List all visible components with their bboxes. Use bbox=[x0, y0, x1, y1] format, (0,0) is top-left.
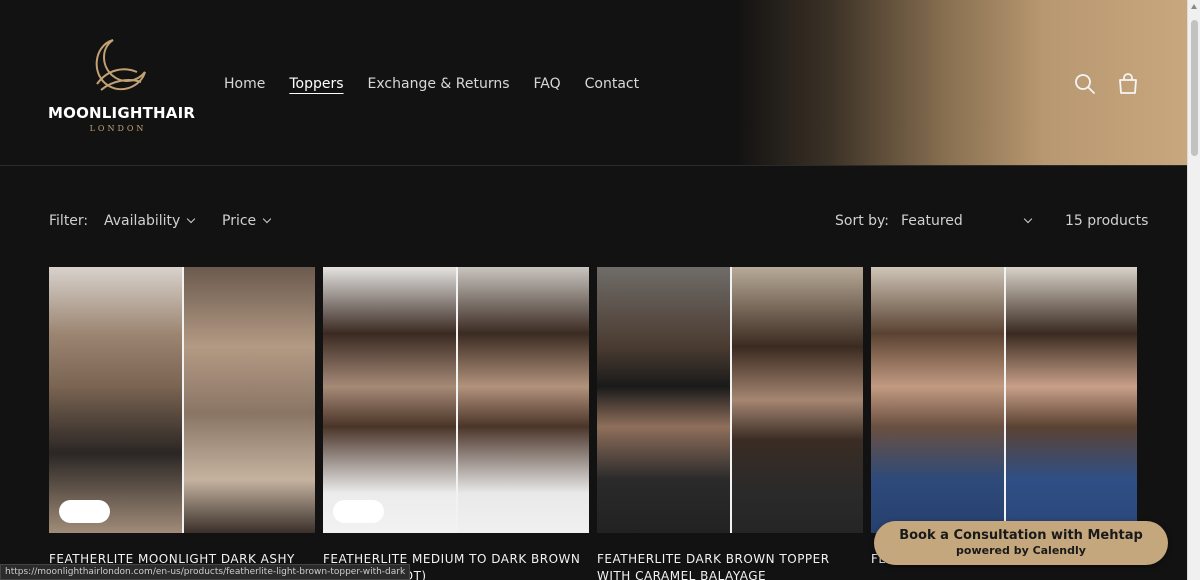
product-card[interactable]: FEATHERLITE MOONLIGHT DARK ASHY bbox=[49, 267, 315, 568]
product-badge bbox=[333, 500, 384, 523]
scroll-up-icon[interactable] bbox=[1191, 4, 1197, 9]
product-card[interactable]: FEATHERLITE MEDIUM TO DARK BROWN (Darker… bbox=[323, 267, 589, 580]
status-url: https://moonlighthairlondon.com/en-us/pr… bbox=[0, 564, 411, 580]
product-image[interactable] bbox=[323, 267, 589, 533]
nav-home[interactable]: Home bbox=[224, 76, 265, 92]
main-nav: Home Toppers Exchange & Returns FAQ Cont… bbox=[224, 76, 639, 92]
sort-select[interactable]: Featured bbox=[901, 213, 1033, 229]
chevron-down-icon bbox=[262, 214, 272, 224]
page-scrollbar[interactable] bbox=[1187, 0, 1200, 580]
filter-label: Filter: bbox=[49, 213, 89, 229]
brand-subtitle: LONDON bbox=[89, 124, 147, 133]
sort-label: Sort by: bbox=[835, 213, 890, 229]
moon-logo-icon bbox=[95, 39, 146, 91]
scrollbar-thumb[interactable] bbox=[1191, 20, 1198, 156]
filter-bar: Filter: Availability Price Sort by: Feat… bbox=[49, 213, 1148, 233]
product-title[interactable]: FEATHERLITE DARK BROWN TOPPER WITH CARAM… bbox=[597, 551, 863, 580]
chevron-down-icon bbox=[1023, 214, 1033, 224]
brand-logo[interactable]: MOONLIGHTHAIR LONDON bbox=[48, 36, 196, 140]
site-header: MOONLIGHTHAIR LONDON Home Toppers Exchan… bbox=[0, 0, 1187, 166]
chevron-down-icon bbox=[187, 214, 196, 224]
product-image[interactable] bbox=[597, 267, 863, 533]
calendly-consultation-button[interactable]: Book a Consultation with Mehtap powered … bbox=[874, 521, 1168, 565]
product-badge bbox=[59, 500, 110, 523]
brand-name: MOONLIGHTHAIR bbox=[48, 104, 196, 122]
nav-contact[interactable]: Contact bbox=[585, 76, 639, 92]
calendly-title: Book a Consultation with Mehtap bbox=[899, 528, 1143, 543]
cart-icon[interactable] bbox=[1116, 72, 1140, 96]
product-card[interactable]: FEATHERLITE DARK BROWN TOPPER WITH CARAM… bbox=[597, 267, 863, 580]
availability-filter[interactable]: Availability bbox=[104, 213, 196, 229]
product-image[interactable] bbox=[871, 267, 1137, 533]
product-count: 15 products bbox=[1065, 213, 1149, 229]
nav-faq[interactable]: FAQ bbox=[534, 76, 561, 92]
price-label: Price bbox=[222, 213, 257, 229]
availability-label: Availability bbox=[104, 213, 181, 229]
product-image[interactable] bbox=[49, 267, 315, 533]
nav-exchange-returns[interactable]: Exchange & Returns bbox=[368, 76, 510, 92]
price-filter[interactable]: Price bbox=[222, 213, 272, 229]
sort-value: Featured bbox=[901, 213, 963, 229]
search-icon[interactable] bbox=[1073, 72, 1097, 96]
nav-toppers[interactable]: Toppers bbox=[289, 76, 343, 92]
calendly-subtitle: powered by Calendly bbox=[956, 544, 1086, 557]
